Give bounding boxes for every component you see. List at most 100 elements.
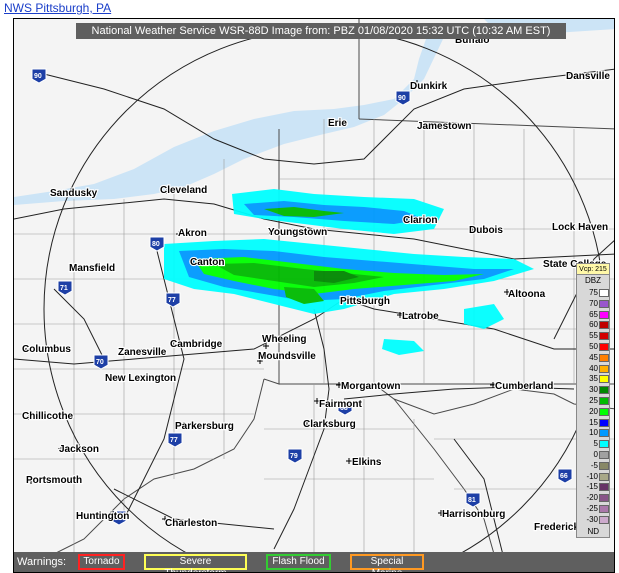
- city-label-dubois: Dubois: [469, 225, 503, 236]
- legend-swatch: [599, 494, 609, 503]
- warnings-bar: Warnings: Tornado Severe Thunderstorm Fl…: [14, 552, 614, 572]
- legend-swatch: [599, 418, 609, 427]
- svg-text:79: 79: [290, 453, 298, 460]
- city-label-canton: Canton: [190, 257, 224, 268]
- svg-text:77: 77: [170, 437, 178, 444]
- city-label-pittsburgh: Pittsburgh: [340, 296, 390, 307]
- city-label-cambridge: Cambridge: [170, 339, 223, 350]
- legend-swatch: [599, 451, 609, 459]
- flash-flood-warning-toggle[interactable]: Flash Flood: [266, 554, 331, 570]
- legend-value: 70: [589, 298, 598, 308]
- legend-value: 0: [593, 450, 598, 459]
- city-label-latrobe: Latrobe: [402, 311, 439, 322]
- legend-row: 45: [577, 353, 609, 363]
- city-label-clarion: Clarion: [403, 215, 437, 226]
- city-label-columbus: Columbus: [22, 344, 71, 355]
- city-label-frederick: Frederick: [534, 522, 579, 533]
- legend-swatch: [599, 505, 609, 513]
- legend-swatch: [599, 353, 609, 362]
- city-label-fairmont: Fairmont: [319, 399, 362, 410]
- city-label-mansfield: Mansfield: [69, 263, 115, 274]
- legend-row: 60: [577, 320, 609, 330]
- city-label-erie: Erie: [328, 118, 347, 129]
- svg-text:77: 77: [168, 297, 176, 304]
- svg-text:81: 81: [468, 497, 476, 504]
- legend-value: 30: [589, 385, 598, 395]
- legend-value: -30: [586, 514, 598, 524]
- legend-value: 65: [589, 309, 598, 319]
- legend-value: 45: [589, 352, 598, 362]
- city-label-chillicothe: Chillicothe: [22, 411, 74, 422]
- city-label-harrisonburg: Harrisonburg: [442, 509, 505, 520]
- legend-swatch: [599, 321, 609, 330]
- legend-row: -10: [577, 472, 609, 482]
- special-marine-warning-toggle[interactable]: Special Marine: [350, 554, 424, 572]
- legend-swatch: [599, 515, 609, 524]
- legend-value: 5: [593, 439, 598, 449]
- legend-value: 60: [589, 320, 598, 330]
- legend-value: -20: [586, 493, 598, 503]
- city-label-cleveland: Cleveland: [160, 185, 207, 196]
- legend-swatch: [599, 461, 609, 470]
- radar-image-frame: 90 90 80 71 77 70 77 79 68 81 66 64 Buff…: [13, 18, 615, 573]
- tornado-warning-toggle[interactable]: Tornado: [78, 554, 125, 570]
- legend-row: -30: [577, 515, 609, 525]
- legend-row: 30: [577, 385, 609, 395]
- legend-swatch: [599, 310, 609, 319]
- city-label-cumberland: Cumberland: [495, 381, 553, 392]
- dbz-legend: Vcp: 215 DBZ 75 70 65 60 55 50 45 40 35 30 25 20 15 1…: [576, 263, 610, 538]
- legend-row: 65: [577, 310, 609, 320]
- svg-text:71: 71: [60, 285, 68, 292]
- legend-value: 75: [589, 288, 598, 297]
- city-label-altoona: Altoona: [508, 289, 546, 300]
- city-label-youngstown: Youngstown: [268, 227, 327, 238]
- legend-row: 15: [577, 418, 609, 428]
- legend-row: -25: [577, 504, 609, 514]
- city-label-wheeling: Wheeling: [262, 334, 306, 345]
- legend-row: 70: [577, 299, 609, 309]
- legend-swatch: [599, 397, 609, 405]
- city-label-portsmouth: Portsmouth: [26, 475, 82, 486]
- legend-row: 50: [577, 342, 609, 352]
- legend-nd-label: ND: [587, 527, 599, 536]
- legend-swatch: [599, 343, 609, 351]
- legend-swatch: [599, 407, 609, 416]
- city-label-jackson: Jackson: [59, 444, 99, 455]
- city-label-zanesville: Zanesville: [118, 347, 167, 358]
- city-label-morgantown: Morgantown: [341, 381, 400, 392]
- city-label-new-lexington: New Lexington: [105, 373, 176, 384]
- legend-value: -25: [586, 504, 598, 513]
- legend-row: 10: [577, 428, 609, 438]
- legend-row: 20: [577, 407, 609, 417]
- city-label-lock-haven: Lock Haven: [552, 222, 608, 233]
- legend-swatch: [599, 289, 609, 297]
- svg-text:70: 70: [96, 359, 104, 366]
- legend-swatch: [599, 364, 609, 373]
- legend-row: 25: [577, 396, 609, 406]
- legend-swatch: [599, 332, 609, 341]
- legend-row: 5: [577, 439, 609, 449]
- city-label-elkins: Elkins: [352, 457, 382, 468]
- legend-row: -20: [577, 493, 609, 503]
- legend-value: 25: [589, 396, 598, 405]
- legend-unit-label: DBZ: [585, 276, 601, 285]
- legend-row: 75: [577, 288, 609, 298]
- legend-value: -10: [586, 471, 598, 481]
- legend-row: -5: [577, 461, 609, 471]
- legend-swatch: [599, 483, 609, 492]
- nws-pittsburgh-link[interactable]: NWS Pittsburgh, PA: [4, 1, 111, 15]
- legend-value: 40: [589, 363, 598, 373]
- city-label-moundsville: Moundsville: [258, 351, 316, 362]
- svg-text:80: 80: [152, 241, 160, 248]
- city-label-dansville: Dansville: [566, 71, 610, 82]
- city-label-dunkirk: Dunkirk: [410, 81, 448, 92]
- city-label-jamestown: Jamestown: [417, 121, 471, 132]
- legend-row: 55: [577, 331, 609, 341]
- legend-swatch: [599, 429, 609, 438]
- severe-thunderstorm-warning-toggle[interactable]: Severe Thunderstorm: [144, 554, 247, 572]
- legend-row: 35: [577, 374, 609, 384]
- svg-text:90: 90: [398, 95, 406, 102]
- legend-value: 55: [589, 331, 598, 341]
- legend-value: 50: [589, 342, 598, 351]
- legend-value: 15: [589, 417, 598, 427]
